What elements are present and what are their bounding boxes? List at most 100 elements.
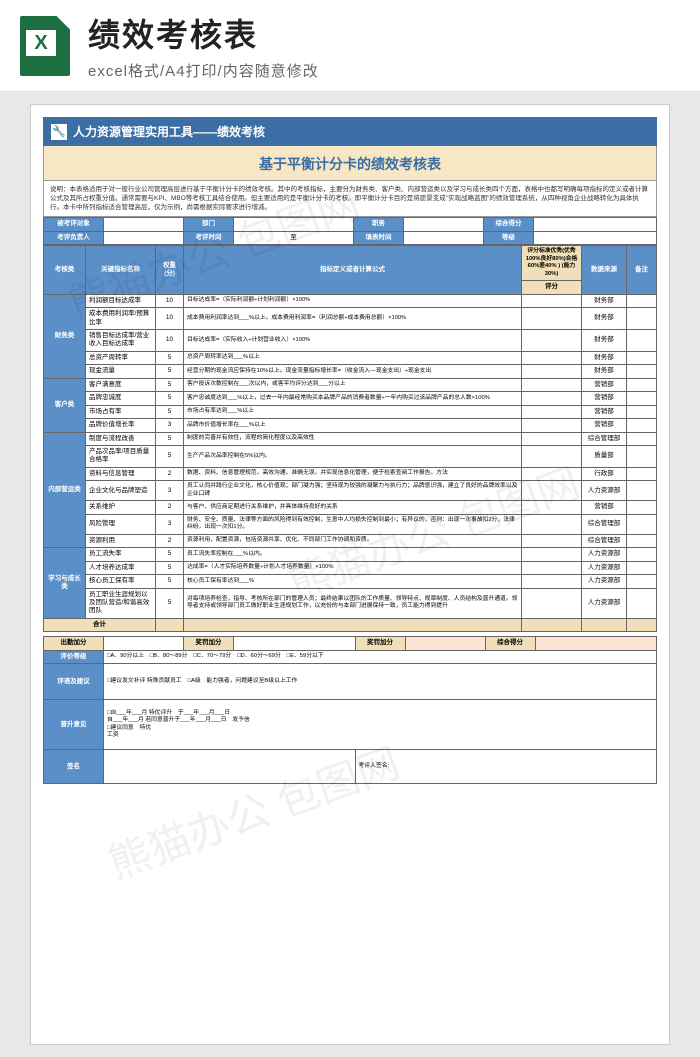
grade-options: □A．90分以上 □B．80～89分 □C．70～79分 □D．60分～69分 …: [104, 650, 657, 663]
info-value: [404, 231, 484, 244]
col-subheader: 评分: [522, 281, 582, 294]
formula-cell: 财务、安全、质量、法律等方面的风险得到有效控制，生意中人均损失控制到最小；有异议…: [184, 514, 522, 534]
description-text: 说明：本表格适用于对一般行业公司管理高层进行基于平衡计分卡的绩效考核。其中的考核…: [43, 181, 657, 217]
weight-cell: 2: [156, 467, 184, 480]
score-cell: [522, 330, 582, 352]
weight-cell: 10: [156, 294, 184, 307]
indicator-cell: 现金流量: [86, 365, 156, 378]
info-label: 考评时间: [184, 231, 234, 244]
category-cell: 内部营运类: [44, 432, 86, 548]
info-value: [234, 218, 354, 231]
weight-cell: 5: [156, 588, 184, 618]
score-cell: [522, 378, 582, 391]
formula-cell: 与客户、供应商定期进行关系维护，并具体维持良好的关系: [184, 501, 522, 514]
grade-label: 评价等级: [44, 650, 104, 663]
formula-cell: 成本费用利润率达到___%以上。成本费用利润率=（利润总额÷成本费用总额）×10…: [184, 308, 522, 330]
indicator-cell: 制度与流程改善: [86, 432, 156, 445]
indicator-cell: 员工流失率: [86, 548, 156, 561]
col-header: 指标定义或者计算公式: [184, 246, 522, 295]
note-cell: [627, 467, 657, 480]
source-cell: 营销部: [582, 501, 627, 514]
weight-cell: 3: [156, 481, 184, 501]
info-label: 考评负责人: [44, 231, 104, 244]
score-cell: [522, 445, 582, 467]
score-cell: [522, 575, 582, 588]
note-cell: [627, 514, 657, 534]
indicator-cell: 人才培养达成率: [86, 561, 156, 574]
score-cell: [522, 534, 582, 547]
note-cell: [627, 330, 657, 352]
info-value: [404, 218, 484, 231]
formula-cell: 制度的完善并有效性，流程的简化程度以及高效性: [184, 432, 522, 445]
score-cell: [522, 514, 582, 534]
weight-cell: 5: [156, 432, 184, 445]
formula-cell: 目标达成率=（实际收入÷计划营业收入）×100%: [184, 330, 522, 352]
source-cell: 人力资源部: [582, 481, 627, 501]
score-cell: [522, 561, 582, 574]
promote-text: □自___年___月 特优评升 于___年___月___日 自___年___月 …: [104, 700, 657, 750]
source-cell: 营销部: [582, 419, 627, 432]
info-value: 至: [234, 231, 354, 244]
assessment-table: 考核类 关键指标名称 权重(分) 指标定义或者计算公式 评分标准优秀(优秀100…: [43, 245, 657, 632]
info-value: [104, 231, 184, 244]
indicator-cell: 品牌忠诚度: [86, 392, 156, 405]
score-cell: [522, 548, 582, 561]
note-cell: [627, 481, 657, 501]
suggest-label: 评语及建议: [44, 664, 104, 700]
source-cell: 营销部: [582, 378, 627, 391]
note-cell: [627, 365, 657, 378]
weight-cell: 10: [156, 330, 184, 352]
score-cell: [522, 432, 582, 445]
formula-cell: 生产产品次品率控制在5%以内。: [184, 445, 522, 467]
score-cell: [522, 501, 582, 514]
info-label: 综合得分: [484, 218, 534, 231]
category-cell: 财务类: [44, 294, 86, 378]
source-cell: 综合管理部: [582, 432, 627, 445]
source-cell: 财务部: [582, 330, 627, 352]
info-label: 职务: [354, 218, 404, 231]
suggest-text: □建议发文补评 特殊贡献员工 □A级 能力强者，问题建议至B级以上工作: [104, 664, 657, 700]
source-cell: 人力资源部: [582, 588, 627, 618]
score-cell: [522, 365, 582, 378]
formula-cell: 对每项培养检查，指导、考核所在部门的管理人员；最终结果以团队的工作质量、领导特点…: [184, 588, 522, 618]
indicator-cell: 员工职业生涯规划以及团队营造/和谐高效团队: [86, 588, 156, 618]
total-label: 合计: [44, 618, 156, 631]
summary-label: 出勤加分: [44, 637, 104, 650]
note-cell: [627, 534, 657, 547]
source-cell: 营销部: [582, 392, 627, 405]
note-cell: [627, 419, 657, 432]
formula-cell: 员工认同并践行企业文化，核心价值观；部门凝力强；坚持现为较强的凝聚力与执行力；品…: [184, 481, 522, 501]
source-cell: 综合管理部: [582, 534, 627, 547]
formula-cell: 总资产周转率达到___%以上: [184, 351, 522, 364]
summary-table: 出勤加分 奖罚加分 奖罚加分 综合得分 评价等级 □A．90分以上 □B．80～…: [43, 636, 657, 784]
source-cell: 人力资源部: [582, 561, 627, 574]
source-cell: 财务部: [582, 351, 627, 364]
score-cell: [522, 351, 582, 364]
col-header: 考核类: [44, 246, 86, 295]
indicator-cell: 产品次品率/项目质量合格率: [86, 445, 156, 467]
indicator-cell: 资料与信息管理: [86, 467, 156, 480]
sign-label: 签名: [44, 750, 104, 784]
formula-cell: 品牌市价值增长率在___%以上: [184, 419, 522, 432]
indicator-cell: 品牌价值增长率: [86, 419, 156, 432]
info-value: [534, 231, 657, 244]
weight-cell: 5: [156, 548, 184, 561]
product-header: 绩效考核表 excel格式/A4打印/内容随意修改: [0, 0, 700, 92]
col-header: 关键指标名称: [86, 246, 156, 295]
source-cell: 财务部: [582, 365, 627, 378]
note-cell: [627, 548, 657, 561]
source-cell: 质量部: [582, 445, 627, 467]
info-label: 填表时间: [354, 231, 404, 244]
weight-cell: 2: [156, 501, 184, 514]
formula-cell: 达成率=（人才实际培养数量÷计划人才培养数量）×100%: [184, 561, 522, 574]
indicator-cell: 成本费用利润率/预算比率: [86, 308, 156, 330]
formula-cell: 员工流失率控制在___%以内。: [184, 548, 522, 561]
info-value: [534, 218, 657, 231]
note-cell: [627, 588, 657, 618]
formula-cell: 核心员工保有率达到___%: [184, 575, 522, 588]
document-title: 基于平衡计分卡的绩效考核表: [43, 146, 657, 181]
excel-sheet-preview: 🔧 人力资源管理实用工具——绩效考核 基于平衡计分卡的绩效考核表 说明：本表格适…: [30, 104, 670, 1045]
indicator-cell: 关系维护: [86, 501, 156, 514]
indicator-cell: 利润额目标达成率: [86, 294, 156, 307]
score-cell: [522, 419, 582, 432]
